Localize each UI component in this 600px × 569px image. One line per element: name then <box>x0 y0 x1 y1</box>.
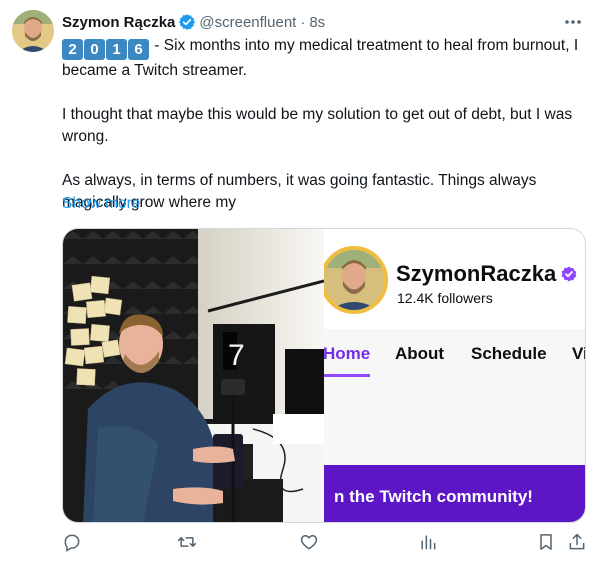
more-options-icon[interactable] <box>564 14 582 30</box>
bookmark-icon[interactable] <box>536 532 558 554</box>
action-bar <box>0 532 600 558</box>
tweet-header: Szymon Rączka @screenfluent · 8s <box>62 12 325 32</box>
retweet-icon[interactable] <box>177 532 199 554</box>
channel-tabs: Home About Schedule Vi <box>324 344 585 374</box>
share-icon[interactable] <box>567 532 589 554</box>
timestamp[interactable]: 8s <box>309 14 325 31</box>
twitch-verified-icon <box>561 266 577 282</box>
reply-icon[interactable] <box>62 532 84 554</box>
separator: · <box>300 13 306 31</box>
avatar[interactable] <box>12 10 54 52</box>
tab-about: About <box>395 344 445 363</box>
media-card[interactable]: 7 SzymonRaczka 12.4K followers Home Abou… <box>62 228 586 523</box>
streamer-photo[interactable]: 7 <box>63 229 324 522</box>
keycap-digit: 2 <box>62 39 83 60</box>
handle[interactable]: @screenfluent <box>199 14 296 31</box>
channel-name-text: SzymonRaczka <box>396 261 557 286</box>
channel-name: SzymonRaczka <box>396 261 577 287</box>
keycap-digit: 1 <box>106 39 127 60</box>
paragraph-2: I thought that maybe this would be my so… <box>62 106 573 145</box>
tab-videos: Vi <box>572 344 585 363</box>
follower-count: 12.4K followers <box>397 290 493 306</box>
tweet-text: 2016 - Six months into my medical treatm… <box>62 35 582 214</box>
active-tab-underline <box>324 374 370 377</box>
twitch-channel-screenshot: SzymonRaczka 12.4K followers Home About … <box>324 229 585 522</box>
tab-home: Home <box>324 344 371 363</box>
display-name[interactable]: Szymon Rączka <box>62 14 175 31</box>
banner-text: n the Twitch community! <box>334 487 533 506</box>
keycap-digit: 6 <box>128 39 149 60</box>
views-icon[interactable] <box>418 532 440 554</box>
like-icon[interactable] <box>299 532 321 554</box>
tab-schedule: Schedule <box>471 344 547 363</box>
verified-badge-icon[interactable] <box>178 13 196 31</box>
monitor-digit: 7 <box>228 339 245 372</box>
paragraph-1: 2016 - Six months into my medical treatm… <box>62 35 582 82</box>
keycap-digit: 0 <box>84 39 105 60</box>
show-more-link[interactable]: Show more <box>62 195 140 213</box>
